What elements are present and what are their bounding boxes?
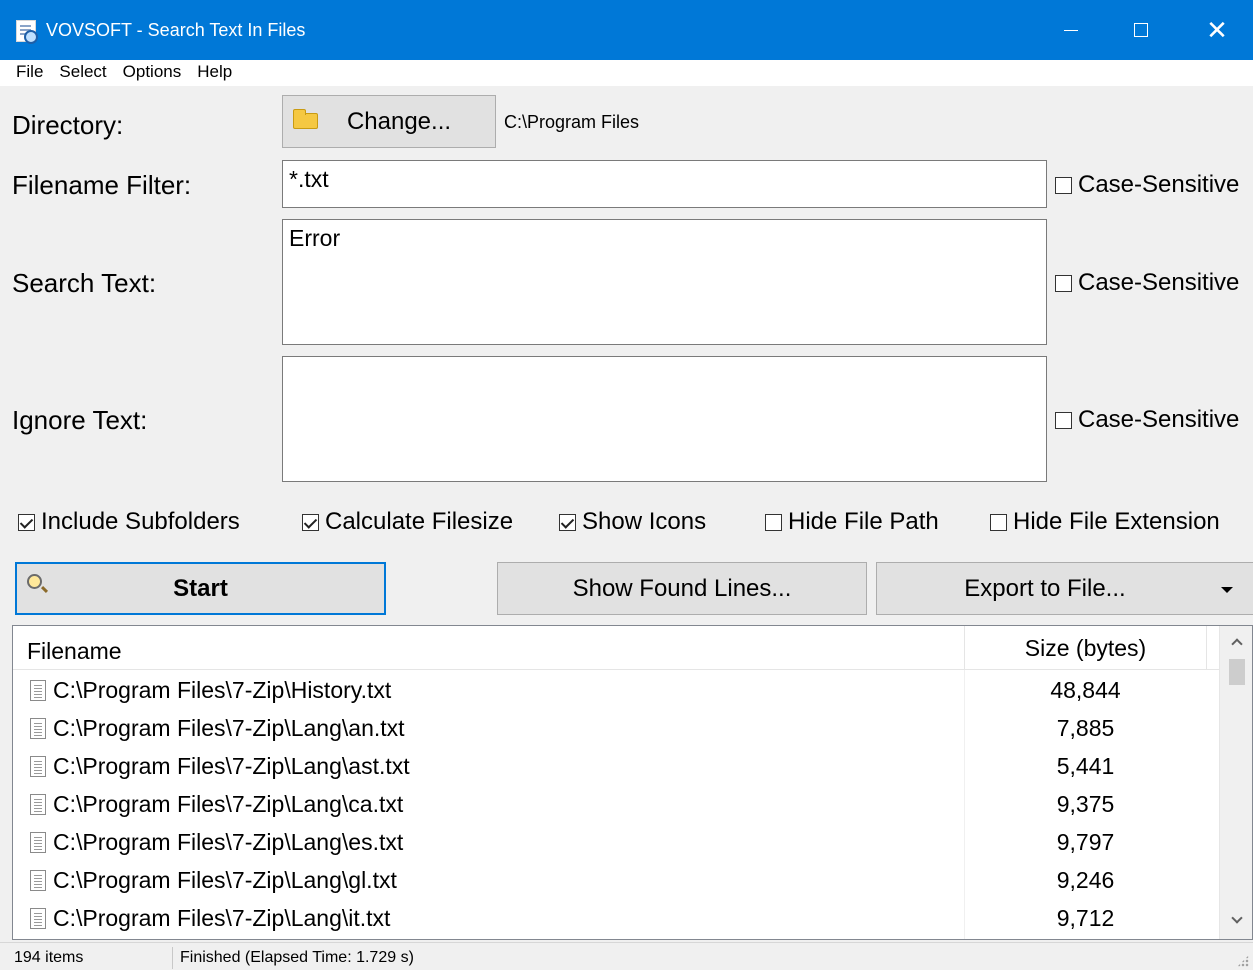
table-row[interactable]: C:\Program Files\7-Zip\Lang\ca.txt 9,375 [13,786,1219,824]
text-file-icon [30,870,46,891]
search-text-label: Search Text: [12,268,157,298]
row-size: 9,712 [1056,905,1115,931]
maximize-button[interactable] [1110,0,1172,60]
checkbox-label: Include Subfolders [41,508,240,535]
calculate-filesize-checkbox[interactable]: Calculate Filesize [302,507,513,537]
text-file-icon [30,680,46,701]
checkbox-box [1055,176,1072,194]
minimize-icon [1064,29,1078,31]
folder-icon [293,109,318,129]
magnifier-icon [27,574,42,589]
ignore-case-sensitive-checkbox[interactable]: Case-Sensitive [1055,405,1239,435]
text-file-icon [30,908,46,929]
checkbox-box [765,513,782,531]
change-button-label: Change... [346,107,452,135]
show-found-lines-button[interactable]: Show Found Lines... [497,562,867,615]
hide-file-path-checkbox[interactable]: Hide File Path [765,507,939,537]
include-subfolders-checkbox[interactable]: Include Subfolders [18,507,240,537]
text-file-icon [30,794,46,815]
hide-file-extension-checkbox[interactable]: Hide File Extension [990,507,1220,537]
checkbox-box [18,513,35,531]
checkbox-label: Case-Sensitive [1078,269,1240,296]
row-filename: C:\Program Files\7-Zip\Lang\es.txt [53,829,404,855]
row-filename: C:\Program Files\7-Zip\Lang\it.txt [53,905,391,931]
row-filename: C:\Program Files\7-Zip\History.txt [53,677,392,703]
filter-case-sensitive-checkbox[interactable]: Case-Sensitive [1055,170,1239,200]
row-size: 9,375 [1056,791,1115,817]
ignore-text-input[interactable] [282,356,1047,482]
scroll-thumb[interactable] [1229,659,1245,685]
checkbox-label: Hide File Extension [1013,508,1220,535]
row-filename: C:\Program Files\7-Zip\Lang\ast.txt [53,753,410,779]
show-icons-checkbox[interactable]: Show Icons [559,507,706,537]
status-message: Finished (Elapsed Time: 1.729 s) [180,949,414,966]
filename-filter-label: Filename Filter: [12,170,192,200]
menu-file[interactable]: File [8,60,51,86]
row-size: 9,246 [1056,867,1115,893]
scroll-down-icon[interactable] [1231,912,1243,924]
chevron-down-icon[interactable] [1221,587,1233,593]
search-case-sensitive-checkbox[interactable]: Case-Sensitive [1055,268,1239,298]
title-bar: VOVSOFT - Search Text In Files ✕ [0,0,1253,60]
checkbox-box [559,513,576,531]
app-icon [16,20,38,44]
checkbox-label: Case-Sensitive [1078,171,1240,198]
ignore-text-label: Ignore Text: [12,405,148,435]
start-button-label: Start [173,574,228,602]
menu-bar: File Select Options Help [0,60,1253,86]
directory-label: Directory: [12,110,124,140]
menu-help[interactable]: Help [189,60,240,86]
minimize-button[interactable] [1040,0,1102,60]
status-bar: 194 items Finished (Elapsed Time: 1.729 … [0,942,1253,970]
row-size: 5,441 [1056,753,1115,779]
row-filename: C:\Program Files\7-Zip\Lang\gl.txt [53,867,397,893]
export-button-label: Export to File... [964,574,1126,602]
row-size: 7,885 [1056,715,1115,741]
export-to-file-button[interactable]: Export to File... [876,562,1253,615]
text-file-icon [30,756,46,777]
scroll-up-icon[interactable] [1231,638,1243,650]
directory-path: C:\Program Files [504,112,640,132]
checkbox-box [1055,411,1072,429]
checkbox-box [1055,274,1072,292]
table-row[interactable]: C:\Program Files\7-Zip\Lang\ast.txt 5,44… [13,748,1219,786]
menu-options[interactable]: Options [115,60,190,86]
row-filename: C:\Program Files\7-Zip\Lang\ca.txt [53,791,404,817]
table-row[interactable]: C:\Program Files\7-Zip\Lang\es.txt 9,797 [13,824,1219,862]
column-header-size[interactable]: Size (bytes) [964,626,1207,670]
row-filename: C:\Program Files\7-Zip\Lang\an.txt [53,715,405,741]
table-row[interactable]: C:\Program Files\7-Zip\Lang\it.txt 9,712 [13,900,1219,938]
table-row[interactable]: C:\Program Files\7-Zip\Lang\gl.txt 9,246 [13,862,1219,900]
menu-select[interactable]: Select [51,60,114,86]
vertical-scrollbar[interactable] [1219,626,1252,939]
change-directory-button[interactable]: Change... [282,95,496,148]
resize-grip-icon[interactable] [1237,955,1249,967]
text-file-icon [30,718,46,739]
checkbox-box [302,513,319,531]
checkbox-label: Hide File Path [788,508,939,535]
checkbox-label: Show Icons [582,508,707,535]
start-button[interactable]: Start [15,562,386,615]
maximize-icon [1134,23,1148,37]
column-header-filename[interactable]: Filename [27,637,122,665]
table-row[interactable]: C:\Program Files\7-Zip\History.txt 48,84… [13,672,1219,710]
checkbox-label: Case-Sensitive [1078,406,1240,433]
checkbox-box [990,513,1007,531]
row-size: 9,797 [1056,829,1115,855]
row-size: 48,844 [1050,677,1121,703]
window-title: VOVSOFT - Search Text In Files [46,20,306,40]
search-text-input[interactable]: Error [282,219,1047,345]
checkbox-label: Calculate Filesize [325,508,514,535]
table-row[interactable]: C:\Program Files\7-Zip\Lang\an.txt 7,885 [13,710,1219,748]
list-header: Filename Size (bytes) [13,626,1219,670]
text-file-icon [30,832,46,853]
results-list[interactable]: Filename Size (bytes) C:\Program Files\7… [12,625,1253,940]
status-separator [172,947,173,969]
close-button[interactable]: ✕ [1186,0,1248,60]
filename-filter-input[interactable]: *.txt [282,160,1047,208]
item-count: 194 items [14,949,84,966]
